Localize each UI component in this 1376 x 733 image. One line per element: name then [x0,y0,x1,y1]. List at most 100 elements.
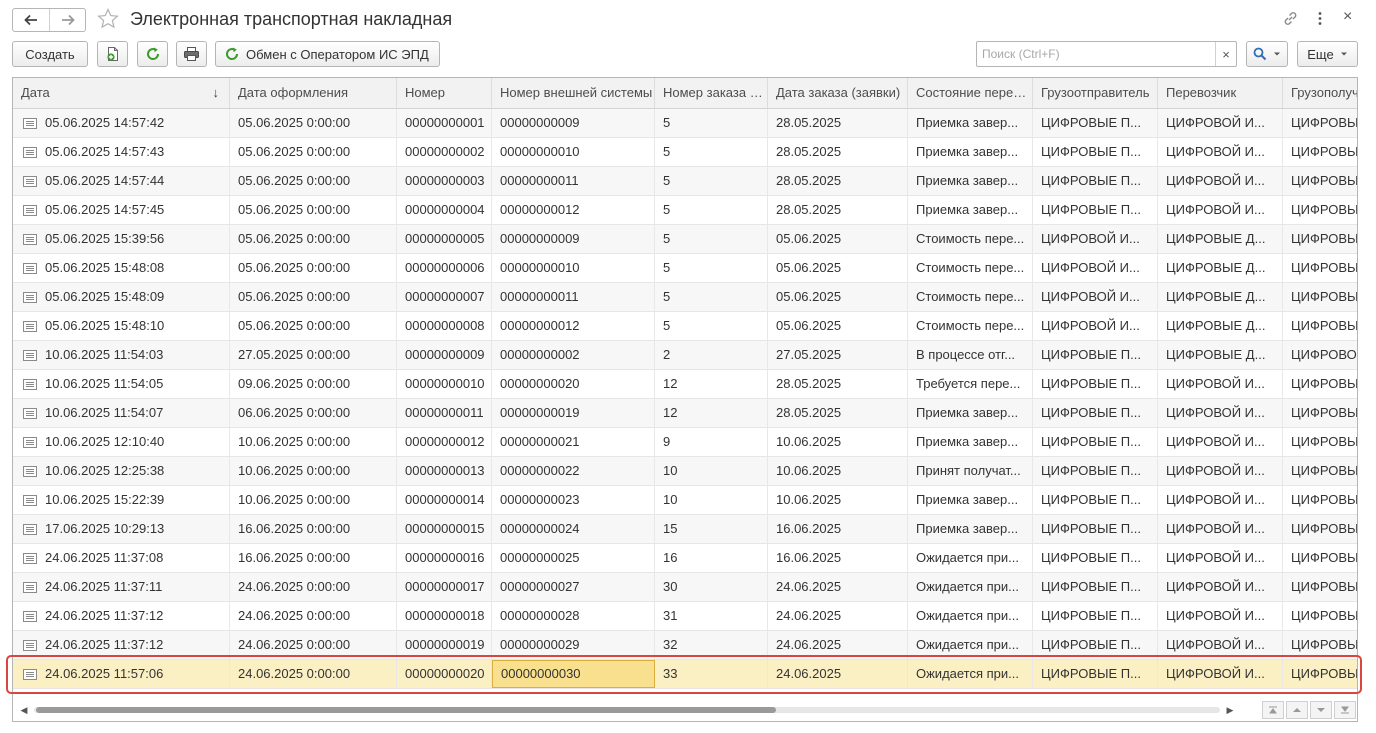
cell-order-date[interactable]: 28.05.2025 [768,196,908,224]
cell-shipper[interactable]: ЦИФРОВЫЕ П... [1033,428,1158,456]
cell-number[interactable]: 00000000012 [397,428,492,456]
cell-shipper[interactable]: ЦИФРОВЫЕ П... [1033,457,1158,485]
cell-created-date[interactable]: 16.06.2025 0:00:00 [230,544,397,572]
cell-order-number[interactable]: 5 [655,312,768,340]
cell-status[interactable]: Стоимость пере... [908,312,1033,340]
column-header-shipper[interactable]: Грузоотправитель [1033,78,1158,108]
cell-carrier[interactable]: ЦИФРОВОЙ И... [1158,660,1283,688]
exchange-operator-button[interactable]: Обмен с Оператором ИС ЭПД [215,41,440,67]
cell-consignee[interactable]: ЦИФРОВЫ [1283,399,1357,427]
cell-carrier[interactable]: ЦИФРОВОЙ И... [1158,138,1283,166]
cell-date[interactable]: 10.06.2025 11:54:07 [13,399,230,427]
cell-date[interactable]: 10.06.2025 11:54:03 [13,341,230,369]
cell-external-number[interactable]: 00000000012 [492,312,655,340]
cell-consignee[interactable]: ЦИФРОВЫ [1283,196,1357,224]
cell-consignee[interactable]: ЦИФРОВЫ [1283,544,1357,572]
table-row[interactable]: 05.06.2025 15:48:09 05.06.2025 0:00:00 000… [13,283,1357,312]
cell-created-date[interactable]: 05.06.2025 0:00:00 [230,283,397,311]
cell-date[interactable]: 05.06.2025 14:57:44 [13,167,230,195]
cell-created-date[interactable]: 24.06.2025 0:00:00 [230,660,397,688]
cell-order-number[interactable]: 16 [655,544,768,572]
cell-order-number[interactable]: 2 [655,341,768,369]
triangle-right-icon[interactable]: ▶ [1224,704,1236,716]
cell-number[interactable]: 00000000014 [397,486,492,514]
table-row-selected[interactable]: 24.06.2025 11:57:06 24.06.2025 0:00:00 000… [13,660,1357,689]
cell-date[interactable]: 24.06.2025 11:37:08 [13,544,230,572]
cell-consignee[interactable]: ЦИФРОВЫ [1283,515,1357,543]
cell-date[interactable]: 24.06.2025 11:37:12 [13,631,230,659]
cell-order-date[interactable]: 28.05.2025 [768,399,908,427]
cell-external-number[interactable]: 00000000027 [492,573,655,601]
star-icon[interactable] [96,7,120,31]
cell-created-date[interactable]: 16.06.2025 0:00:00 [230,515,397,543]
go-last-button[interactable] [1334,701,1356,719]
horizontal-scrollbar[interactable]: ◀ ▶ [18,704,1238,716]
column-header-consignee[interactable]: Грузополучатель [1283,78,1357,108]
cell-status[interactable]: Ожидается при... [908,573,1033,601]
cell-status[interactable]: Требуется пере... [908,370,1033,398]
cell-external-number[interactable]: 00000000030 [492,660,655,688]
table-row[interactable]: 10.06.2025 11:54:05 09.06.2025 0:00:00 000… [13,370,1357,399]
cell-shipper[interactable]: ЦИФРОВЫЕ П... [1033,486,1158,514]
cell-order-date[interactable]: 05.06.2025 [768,254,908,282]
cell-external-number[interactable]: 00000000020 [492,370,655,398]
cell-status[interactable]: Стоимость пере... [908,225,1033,253]
cell-external-number[interactable]: 00000000012 [492,196,655,224]
column-header-status[interactable]: Состояние перевозки [908,78,1033,108]
cell-date[interactable]: 24.06.2025 11:37:12 [13,602,230,630]
cell-consignee[interactable]: ЦИФРОВЫ [1283,602,1357,630]
cell-consignee[interactable]: ЦИФРОВЫ [1283,660,1357,688]
cell-order-date[interactable]: 28.05.2025 [768,109,908,137]
cell-carrier[interactable]: ЦИФРОВОЙ И... [1158,486,1283,514]
cell-carrier[interactable]: ЦИФРОВОЙ И... [1158,399,1283,427]
cell-order-date[interactable]: 10.06.2025 [768,486,908,514]
table-row[interactable]: 24.06.2025 11:37:12 24.06.2025 0:00:00 000… [13,631,1357,660]
cell-date[interactable]: 05.06.2025 14:57:43 [13,138,230,166]
cell-carrier[interactable]: ЦИФРОВОЙ И... [1158,109,1283,137]
cell-order-date[interactable]: 16.06.2025 [768,544,908,572]
cell-date[interactable]: 10.06.2025 12:25:38 [13,457,230,485]
cell-consignee[interactable]: ЦИФРОВО [1283,341,1357,369]
cell-date[interactable]: 05.06.2025 14:57:45 [13,196,230,224]
cell-shipper[interactable]: ЦИФРОВЫЕ П... [1033,399,1158,427]
cell-carrier[interactable]: ЦИФРОВЫЕ Д... [1158,312,1283,340]
cell-status[interactable]: Приемка завер... [908,196,1033,224]
cell-date[interactable]: 05.06.2025 15:48:08 [13,254,230,282]
search-button[interactable] [1246,41,1288,67]
cell-number[interactable]: 00000000002 [397,138,492,166]
table-row[interactable]: 05.06.2025 14:57:42 05.06.2025 0:00:00 000… [13,109,1357,138]
cell-order-date[interactable]: 24.06.2025 [768,602,908,630]
cell-status[interactable]: Приемка завер... [908,428,1033,456]
cell-order-date[interactable]: 24.06.2025 [768,660,908,688]
cell-date[interactable]: 10.06.2025 15:22:39 [13,486,230,514]
cell-status[interactable]: Ожидается при... [908,631,1033,659]
cell-number[interactable]: 00000000013 [397,457,492,485]
cell-order-number[interactable]: 31 [655,602,768,630]
cell-shipper[interactable]: ЦИФРОВЫЕ П... [1033,341,1158,369]
cell-consignee[interactable]: ЦИФРОВЫ [1283,428,1357,456]
cell-shipper[interactable]: ЦИФРОВЫЕ П... [1033,602,1158,630]
cell-shipper[interactable]: ЦИФРОВОЙ И... [1033,254,1158,282]
cell-shipper[interactable]: ЦИФРОВЫЕ П... [1033,573,1158,601]
cell-carrier[interactable]: ЦИФРОВЫЕ Д... [1158,341,1283,369]
cell-shipper[interactable]: ЦИФРОВЫЕ П... [1033,660,1158,688]
cell-carrier[interactable]: ЦИФРОВОЙ И... [1158,167,1283,195]
cell-created-date[interactable]: 10.06.2025 0:00:00 [230,486,397,514]
cell-status[interactable]: Приемка завер... [908,109,1033,137]
column-header-carrier[interactable]: Перевозчик [1158,78,1283,108]
cell-number[interactable]: 00000000016 [397,544,492,572]
cell-order-number[interactable]: 5 [655,254,768,282]
cell-consignee[interactable]: ЦИФРОВЫ [1283,486,1357,514]
cell-carrier[interactable]: ЦИФРОВОЙ И... [1158,428,1283,456]
cell-date[interactable]: 05.06.2025 15:48:10 [13,312,230,340]
cell-number[interactable]: 00000000004 [397,196,492,224]
page-up-button[interactable] [1286,701,1308,719]
cell-status[interactable]: Принят получат... [908,457,1033,485]
cell-carrier[interactable]: ЦИФРОВОЙ И... [1158,544,1283,572]
cell-carrier[interactable]: ЦИФРОВОЙ И... [1158,602,1283,630]
cell-order-date[interactable]: 27.05.2025 [768,341,908,369]
cell-created-date[interactable]: 09.06.2025 0:00:00 [230,370,397,398]
documents-table[interactable]: Дата ↓ Дата оформления Номер Номер внешней с… [12,77,1358,722]
print-button[interactable] [176,41,207,67]
cell-created-date[interactable]: 06.06.2025 0:00:00 [230,399,397,427]
